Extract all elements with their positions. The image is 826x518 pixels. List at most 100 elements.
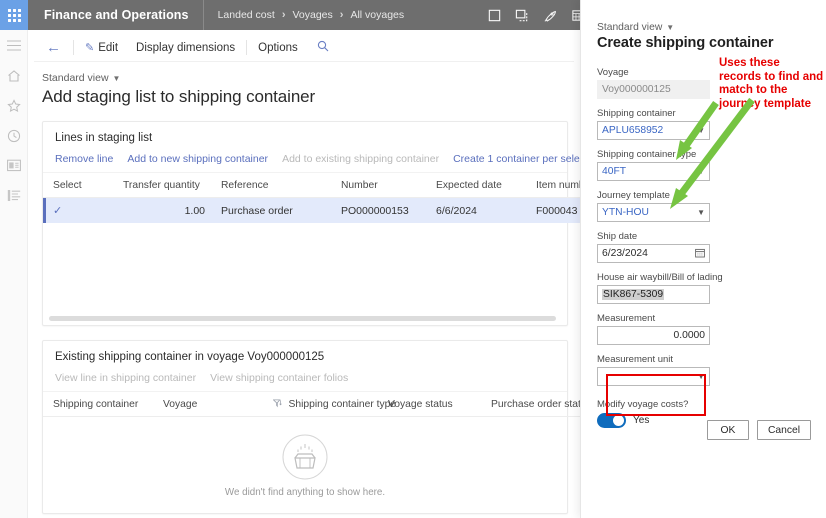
voyage-value: Voy000000125 — [602, 84, 705, 95]
staging-card-title: Lines in staging list — [43, 122, 567, 153]
chevron-down-icon[interactable]: ▼ — [694, 167, 705, 176]
field-shipping-container-type-label: Shipping container type — [597, 149, 710, 160]
ship-date-value: 6/23/2024 — [602, 248, 695, 259]
edit-button[interactable]: ✎ Edit — [76, 41, 127, 54]
field-ship-date-label: Ship date — [597, 231, 710, 242]
column-header-shipping-container-type[interactable]: Shipping container type — [263, 392, 378, 417]
cell-expected-date: 6/6/2024 — [426, 198, 526, 224]
field-house-air-waybill-label: House air waybill/Bill of lading — [597, 272, 767, 283]
left-navigation-rail — [0, 30, 28, 518]
lines-in-staging-list-card: Lines in staging list Remove line Add to… — [42, 121, 568, 326]
command-bar: ← ✎ Edit Display dimensions Options — [34, 34, 574, 62]
breadcrumb-item-all-voyages[interactable]: All voyages — [350, 9, 404, 21]
shipping-container-type-combobox[interactable]: 40FT ▼ — [597, 162, 710, 181]
table-header-row: Select Transfer quantity Reference Numbe… — [43, 173, 580, 198]
modify-voyage-costs-highlight-box — [606, 374, 706, 416]
cell-item-number-link[interactable]: F000043 — [526, 198, 580, 224]
field-journey-template: Journey template YTN-HOU ▼ — [597, 190, 710, 222]
cell-number-link[interactable]: PO000000153 — [331, 198, 426, 224]
breadcrumb-item-landed-cost[interactable]: Landed cost — [218, 9, 275, 21]
dialog-standard-view-selector[interactable]: Standard view ▼ — [597, 22, 810, 33]
column-header-expected-date[interactable]: Expected date — [426, 173, 526, 198]
cell-reference: Purchase order — [211, 198, 331, 224]
shipping-container-value: APLU658952 — [602, 125, 694, 136]
standard-view-selector[interactable]: Standard view ▼ — [42, 72, 580, 84]
breadcrumb: Landed cost › Voyages › All voyages — [204, 9, 405, 21]
app-launcher-icon[interactable] — [0, 0, 28, 30]
chevron-right-icon: › — [340, 9, 344, 21]
existing-card-title: Existing shipping container in voyage Vo… — [43, 341, 567, 372]
dialog-title: Create shipping container — [597, 35, 810, 51]
existing-container-table: Shipping container Voyage Shipping conta… — [43, 392, 580, 417]
journey-template-value: YTN-HOU — [602, 207, 694, 218]
modules-icon[interactable] — [6, 188, 21, 203]
ship-date-input[interactable]: 6/23/2024 — [597, 244, 710, 263]
options-button[interactable]: Options — [249, 42, 307, 54]
table-header-row: Shipping container Voyage Shipping conta… — [43, 392, 580, 417]
column-header-number[interactable]: Number — [331, 173, 426, 198]
view-shipping-container-folios-action: View shipping container folios — [210, 372, 348, 384]
house-air-waybill-input[interactable]: SIK867-5309 — [597, 285, 710, 304]
column-header-select[interactable]: Select — [43, 173, 113, 198]
remove-line-action[interactable]: Remove line — [55, 153, 113, 165]
chevron-down-icon: ▼ — [113, 74, 121, 83]
create-container-per-line-action[interactable]: Create 1 container per selected line — [453, 153, 580, 165]
staging-table-horizontal-scrollbar[interactable] — [43, 315, 567, 325]
filter-sort-icon[interactable] — [273, 399, 285, 409]
ok-button[interactable]: OK — [707, 420, 749, 440]
measurement-value: 0.0000 — [602, 330, 705, 341]
field-shipping-container-label: Shipping container — [597, 108, 710, 119]
field-voyage: Voyage Voy000000125 — [597, 67, 710, 99]
column-header-reference[interactable]: Reference — [211, 173, 331, 198]
empty-state-message: We didn't find anything to show here. — [225, 487, 385, 498]
column-header-item-number[interactable]: Item number — [526, 173, 580, 198]
breadcrumb-item-voyages[interactable]: Voyages — [292, 9, 332, 21]
display-dimensions-button[interactable]: Display dimensions — [127, 42, 244, 54]
search-icon[interactable] — [307, 40, 339, 55]
staging-list-table: Select Transfer quantity Reference Numbe… — [43, 173, 580, 223]
column-header-transfer-quantity[interactable]: Transfer quantity — [113, 173, 211, 198]
field-measurement-label: Measurement — [597, 313, 710, 324]
page-header: Standard view ▼ Add staging list to ship… — [28, 62, 580, 107]
dialog-button-row: OK Cancel — [597, 420, 811, 440]
existing-table-empty-state: We didn't find anything to show here. — [43, 417, 567, 513]
calendar-icon[interactable] — [695, 248, 705, 260]
field-voyage-label: Voyage — [597, 67, 710, 78]
annotation-text: Uses these records to find and match to … — [719, 57, 824, 111]
home-icon[interactable] — [6, 68, 21, 83]
add-to-existing-shipping-container-action: Add to existing shipping container — [282, 153, 439, 165]
app-title[interactable]: Finance and Operations — [30, 0, 204, 30]
chevron-down-icon[interactable]: ▼ — [694, 208, 705, 217]
table-row[interactable]: ✓ 1.00 Purchase order PO000000153 6/6/20… — [43, 198, 580, 224]
column-header-shipping-container-type-label: Shipping container type — [289, 399, 397, 410]
standard-view-label: Standard view — [42, 72, 109, 84]
field-shipping-container: Shipping container APLU658952 ▼ — [597, 108, 710, 140]
add-to-new-shipping-container-action[interactable]: Add to new shipping container — [127, 153, 268, 165]
square-icon[interactable] — [487, 8, 502, 23]
staging-table-empty-space — [43, 223, 567, 315]
command-divider — [73, 40, 74, 55]
chevron-right-icon: › — [282, 9, 286, 21]
cancel-button[interactable]: Cancel — [757, 420, 811, 440]
hamburger-icon[interactable] — [6, 38, 21, 53]
clock-icon[interactable] — [6, 128, 21, 143]
chevron-down-icon[interactable]: ▼ — [694, 126, 705, 135]
column-header-voyage-label: Voyage — [163, 399, 197, 410]
star-icon[interactable] — [6, 98, 21, 113]
journey-template-combobox[interactable]: YTN-HOU ▼ — [597, 203, 710, 222]
workspace-icon[interactable] — [6, 158, 21, 173]
back-button[interactable]: ← — [42, 39, 71, 56]
measurement-input[interactable]: 0.0000 — [597, 326, 710, 345]
column-header-shipping-container[interactable]: Shipping container — [43, 392, 153, 417]
shipping-container-combobox[interactable]: APLU658952 ▼ — [597, 121, 710, 140]
rocket-icon[interactable] — [543, 8, 558, 23]
field-ship-date: Ship date 6/23/2024 — [597, 231, 710, 263]
dialog-standard-view-label: Standard view — [597, 22, 662, 33]
column-header-voyage-status[interactable]: Voyage status — [378, 392, 481, 417]
row-select-checkbox[interactable]: ✓ — [43, 198, 113, 224]
column-header-purchase-order-status[interactable]: Purchase order status — [481, 392, 580, 417]
column-header-voyage[interactable]: Voyage — [153, 392, 263, 417]
existing-shipping-container-card: Existing shipping container in voyage Vo… — [42, 340, 568, 514]
duplicate-icon[interactable] — [515, 8, 530, 23]
field-house-air-waybill: House air waybill/Bill of lading SIK867-… — [597, 272, 710, 304]
